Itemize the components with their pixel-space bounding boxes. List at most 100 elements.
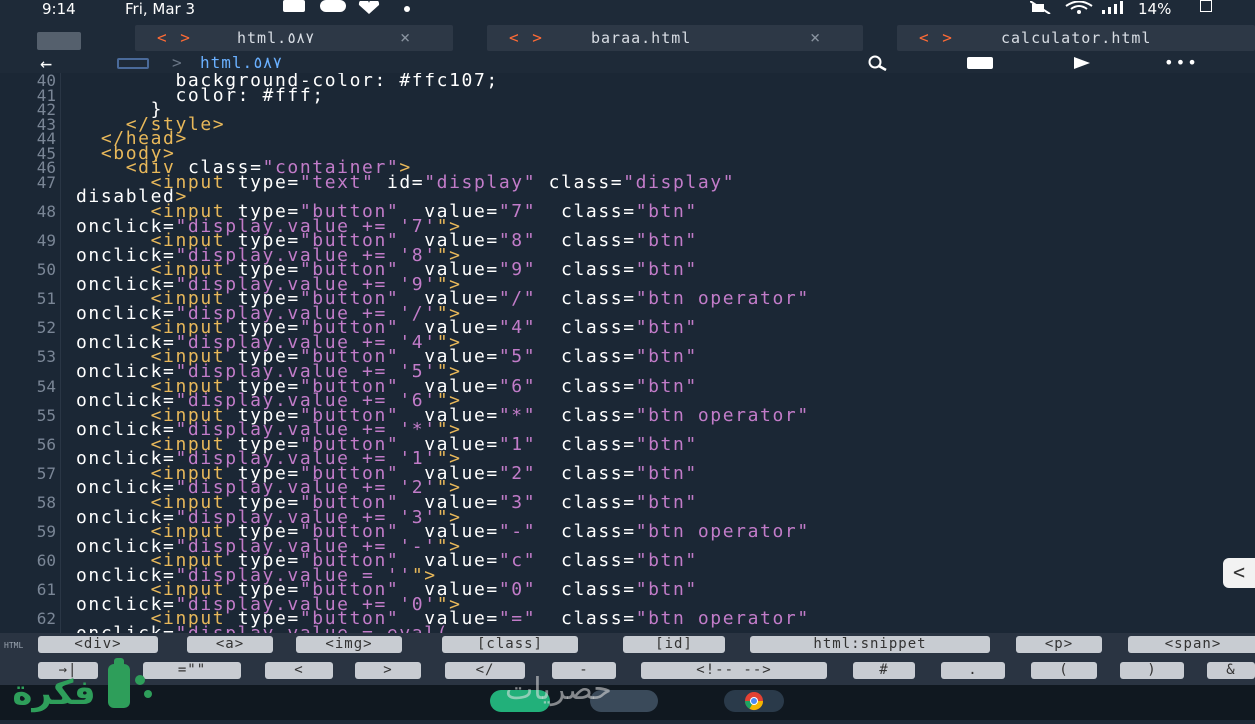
watermark-text: حصريات xyxy=(505,672,612,707)
close-icon[interactable]: × xyxy=(810,25,820,51)
folder-icon[interactable] xyxy=(117,58,149,69)
shortcut-key[interactable]: <a> xyxy=(187,636,273,653)
line-number: 50 xyxy=(36,260,56,280)
code-string: "btn operator" xyxy=(635,608,810,630)
line-number: 52 xyxy=(36,318,56,338)
tab-label: calculator.html xyxy=(1001,29,1152,47)
code-text: class= xyxy=(536,462,636,484)
code-text: class= xyxy=(536,346,636,368)
shortcut-key[interactable]: <span> xyxy=(1128,636,1255,653)
play-icon[interactable] xyxy=(1072,55,1092,75)
line-number: 58 xyxy=(36,492,56,512)
code-string: "3" xyxy=(498,491,537,513)
code-string: "7" xyxy=(498,200,537,222)
code-text: class= xyxy=(536,433,636,455)
shortcut-key[interactable]: & xyxy=(1207,662,1255,679)
code-string: "/" xyxy=(498,288,537,310)
gutter-divider xyxy=(60,73,61,633)
back-button[interactable]: ← xyxy=(40,53,52,73)
code-string: "btn" xyxy=(635,491,698,513)
shortcut-key[interactable]: > xyxy=(355,662,421,679)
status-bar: 9:14 Fri, Mar 3 14% xyxy=(0,0,1255,20)
tab-label: baraa.html xyxy=(591,29,692,47)
shortcut-key[interactable]: < xyxy=(265,662,333,679)
code-string: "2" xyxy=(498,462,537,484)
breadcrumb-separator: > xyxy=(172,53,182,72)
save-icon[interactable] xyxy=(967,57,993,69)
shortcut-key[interactable]: ) xyxy=(1120,662,1184,679)
code-text: class= xyxy=(536,375,636,397)
code-text: class= xyxy=(536,521,636,543)
code-string: "btn" xyxy=(635,550,698,572)
code-string: "btn" xyxy=(635,346,698,368)
code-editor[interactable]: 40 41 42 43 44 45 46 47 48 49 50 51 52 53 54 55 56 57 58 59… xyxy=(0,73,1255,633)
code-string: "btn" xyxy=(635,375,698,397)
code-string: "4" xyxy=(498,317,537,339)
code-string: "6" xyxy=(498,375,537,397)
code-text: class= xyxy=(536,579,636,601)
code-string: "*" xyxy=(498,404,537,426)
chrome-icon[interactable] xyxy=(724,690,784,712)
shortcut-bar: <div> <a> <img> [class] [id] html:snippet <p> <… xyxy=(0,633,1255,685)
code-string: "-" xyxy=(498,521,537,543)
close-icon[interactable]: × xyxy=(400,25,410,51)
code-string: "btn" xyxy=(635,200,698,222)
more-icon[interactable]: ••• xyxy=(1164,54,1199,72)
watermark-logo-text: فكرة xyxy=(12,673,95,713)
signal-icon xyxy=(1100,0,1128,14)
shortcut-key[interactable]: html:snippet xyxy=(750,636,990,653)
dot-icon xyxy=(404,6,410,12)
line-number: 49 xyxy=(36,231,56,251)
code-text: class= xyxy=(536,288,636,310)
code-string: "8" xyxy=(498,230,537,252)
shortcut-key[interactable]: <div> xyxy=(38,636,158,653)
tab-calculator-html[interactable]: < > calculator.html xyxy=(897,25,1255,51)
shortcut-key[interactable]: . xyxy=(941,662,1005,679)
code-string: "btn operator" xyxy=(635,404,810,426)
search-icon[interactable] xyxy=(864,55,892,75)
status-date: Fri, Mar 3 xyxy=(125,0,196,18)
code-text: class= xyxy=(536,550,636,572)
line-number: 51 xyxy=(36,289,56,309)
code-string: "btn" xyxy=(635,230,698,252)
shortcut-key[interactable]: [class] xyxy=(442,636,578,653)
line-number: 62 xyxy=(36,609,56,629)
code-text: class= xyxy=(536,317,636,339)
watermark-logo: فكرة xyxy=(0,656,160,720)
code-string: "btn" xyxy=(635,579,698,601)
wifi-icon xyxy=(1064,0,1094,14)
status-time: 9:14 xyxy=(42,0,76,18)
code-line: onclick="display.value = eval( xyxy=(76,623,450,633)
line-number: 60 xyxy=(36,551,56,571)
gallery-icon xyxy=(283,0,305,12)
breadcrumb-file[interactable]: html.٥٨٧ xyxy=(200,54,282,72)
editor-toolbar: ← > html.٥٨٧ ••• xyxy=(0,53,1255,75)
code-string: "display.value = eval( xyxy=(176,623,450,633)
mute-icon xyxy=(1029,0,1052,15)
code-string: "0" xyxy=(498,579,537,601)
tab-html-file[interactable]: < > html.٥٨٧ × xyxy=(135,25,453,51)
line-number: 59 xyxy=(36,522,56,542)
code-string: "btn operator" xyxy=(635,288,810,310)
shortcut-key[interactable]: <p> xyxy=(1016,636,1102,653)
tab-baraa-html[interactable]: < > baraa.html × xyxy=(487,25,863,51)
code-icon: < > xyxy=(919,28,954,47)
code-text: id= xyxy=(386,171,425,193)
shortcut-key[interactable]: # xyxy=(853,662,915,679)
code-text: class= xyxy=(536,230,636,252)
heart-icon xyxy=(356,0,382,14)
side-panel-toggle[interactable]: < xyxy=(1223,558,1255,588)
code-string: "5" xyxy=(498,346,537,368)
shortcut-key[interactable]: <!-- --> xyxy=(641,662,827,679)
line-number: 54 xyxy=(36,376,56,396)
code-text: class= xyxy=(536,200,636,222)
shortcut-key[interactable]: [id] xyxy=(623,636,725,653)
shortcut-key[interactable]: <img> xyxy=(296,636,402,653)
code-string: "c" xyxy=(498,550,537,572)
line-number: 55 xyxy=(36,405,56,425)
battery-icon xyxy=(1200,0,1212,12)
line-number: 48 xyxy=(36,201,56,221)
shortcut-key[interactable]: ( xyxy=(1031,662,1097,679)
folder-icon[interactable] xyxy=(37,32,81,50)
code-string: "btn operator" xyxy=(635,521,810,543)
